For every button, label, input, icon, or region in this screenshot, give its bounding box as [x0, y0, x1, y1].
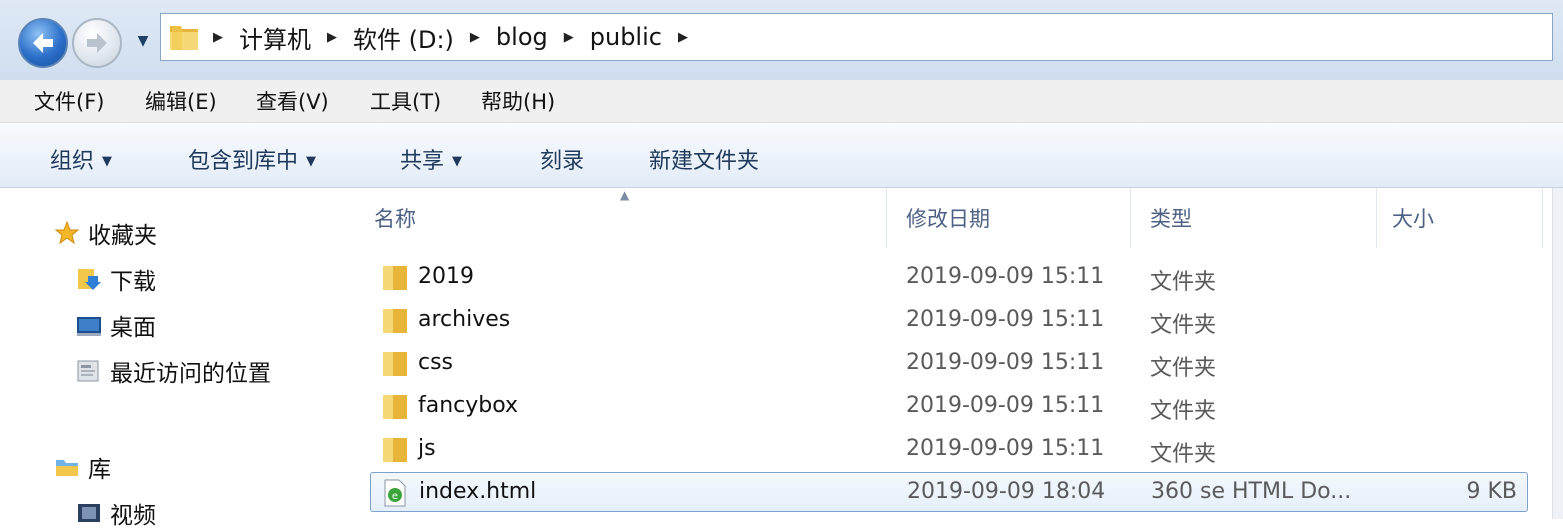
command-bar: 组织 ▼ 包含到库中 ▼ 共享 ▼ 刻录 新建文件夹 [0, 124, 1563, 188]
include-in-library-button[interactable]: 包含到库中 ▼ [188, 143, 316, 175]
file-name: archives [418, 307, 511, 332]
chevron-right-icon[interactable]: ▶ [678, 30, 688, 45]
file-date: 2019-09-09 15:11 [906, 350, 1105, 375]
column-divider[interactable] [886, 188, 887, 248]
share-label: 共享 [400, 149, 445, 174]
breadcrumb-computer[interactable]: 计算机 [239, 20, 311, 55]
chevron-right-icon[interactable]: ▶ [213, 30, 223, 45]
address-field[interactable]: ▶ 计算机 ▶ 软件 (D:) ▶ blog ▶ public ▶ [160, 13, 1553, 61]
back-button[interactable] [18, 18, 68, 68]
nav-desktop-label: 桌面 [110, 315, 156, 341]
organize-label: 组织 [50, 149, 95, 174]
burn-button[interactable]: 刻录 [540, 143, 584, 175]
file-type: 文件夹 [1150, 356, 1217, 381]
nav-desktop[interactable]: 桌面 [76, 308, 156, 342]
nav-favorites[interactable]: 收藏夹 [54, 216, 157, 250]
file-row[interactable]: archives 2019-09-09 15:11 文件夹 [370, 301, 1528, 341]
file-date: 2019-09-09 18:04 [907, 479, 1106, 504]
column-header-date-modified[interactable]: 修改日期 [906, 203, 990, 233]
nav-recent-label: 最近访问的位置 [110, 361, 271, 387]
navigation-pane: 收藏夹 下载 桌面 最近访问的位置 库 视频 [0, 188, 352, 529]
star-icon [54, 220, 80, 245]
folder-icon [383, 309, 407, 333]
chevron-down-icon: ▼ [452, 154, 463, 169]
column-divider[interactable] [1376, 188, 1377, 248]
breadcrumb: ▶ 计算机 ▶ 软件 (D:) ▶ blog ▶ public ▶ [213, 14, 704, 60]
sort-ascending-icon: ▲ [620, 188, 630, 202]
forward-button[interactable] [72, 18, 122, 68]
file-date: 2019-09-09 15:11 [906, 307, 1105, 332]
menu-tools[interactable]: 工具(T) [370, 86, 441, 116]
recent-places-icon [77, 360, 99, 382]
share-button[interactable]: 共享 ▼ [400, 143, 462, 175]
nav-libraries-label: 库 [88, 457, 111, 483]
file-row[interactable]: fancybox 2019-09-09 15:11 文件夹 [370, 387, 1528, 427]
chevron-down-icon: ▼ [306, 154, 317, 169]
folder-icon [383, 352, 407, 376]
address-toolbar: ▼ ▶ 计算机 ▶ 软件 (D:) ▶ blog ▶ public ▶ [0, 0, 1563, 80]
file-row[interactable]: css 2019-09-09 15:11 文件夹 [370, 344, 1528, 384]
file-date: 2019-09-09 15:11 [906, 436, 1105, 461]
file-type: 360 se HTML Do... [1151, 479, 1352, 504]
vertical-scrollbar[interactable] [1552, 188, 1563, 519]
file-date: 2019-09-09 15:11 [906, 393, 1105, 418]
menu-view[interactable]: 查看(V) [256, 86, 329, 116]
folder-icon [383, 438, 407, 462]
file-type: 文件夹 [1150, 270, 1217, 295]
file-type: 文件夹 [1150, 399, 1217, 424]
file-date: 2019-09-09 15:11 [906, 264, 1105, 289]
file-list: ▲ 名称 修改日期 类型 大小 2019 2019-09-09 15:11 文件… [352, 188, 1563, 519]
column-divider[interactable] [1542, 188, 1543, 248]
file-name: 2019 [418, 264, 474, 289]
svg-text:e: e [392, 491, 398, 502]
chevron-right-icon[interactable]: ▶ [327, 30, 337, 45]
nav-downloads-label: 下载 [110, 269, 156, 295]
column-divider[interactable] [1130, 188, 1131, 248]
chevron-right-icon[interactable]: ▶ [470, 30, 480, 45]
column-header-name[interactable]: 名称 [374, 203, 416, 233]
chevron-down-icon: ▼ [102, 154, 113, 169]
menu-bar: 文件(F) 编辑(E) 查看(V) 工具(T) 帮助(H) [0, 80, 1563, 123]
file-row[interactable]: js 2019-09-09 15:11 文件夹 [370, 430, 1528, 470]
chevron-right-icon[interactable]: ▶ [564, 30, 574, 45]
nav-favorites-label: 收藏夹 [88, 223, 157, 249]
file-type: 文件夹 [1150, 313, 1217, 338]
column-header-size[interactable]: 大小 [1392, 203, 1434, 233]
html-file-icon: e [384, 479, 406, 507]
menu-edit[interactable]: 编辑(E) [145, 86, 217, 116]
folder-icon [170, 26, 198, 50]
file-name: fancybox [418, 393, 519, 418]
library-icon [56, 460, 78, 476]
file-name: css [418, 350, 454, 375]
nav-libraries[interactable]: 库 [54, 450, 111, 484]
arrow-right-icon [87, 33, 107, 53]
file-row[interactable]: 2019 2019-09-09 15:11 文件夹 [370, 258, 1528, 298]
menu-file[interactable]: 文件(F) [34, 86, 104, 116]
breadcrumb-drive-d[interactable]: 软件 (D:) [353, 20, 454, 55]
new-folder-button[interactable]: 新建文件夹 [649, 143, 759, 175]
organize-button[interactable]: 组织 ▼ [50, 143, 112, 175]
menu-help[interactable]: 帮助(H) [481, 86, 555, 116]
nav-videos[interactable]: 视频 [76, 496, 156, 530]
folder-icon [383, 266, 407, 290]
nav-recent-places[interactable]: 最近访问的位置 [76, 354, 271, 388]
file-type: 文件夹 [1150, 442, 1217, 467]
folder-icon [383, 395, 407, 419]
desktop-icon [77, 317, 101, 336]
arrow-left-icon [33, 33, 53, 53]
breadcrumb-public[interactable]: public [590, 23, 662, 51]
file-name: js [418, 436, 436, 461]
file-name: index.html [419, 479, 537, 504]
nav-downloads[interactable]: 下载 [76, 262, 156, 296]
column-header-type[interactable]: 类型 [1150, 203, 1192, 233]
file-row-selected[interactable]: e index.html 2019-09-09 18:04 360 se HTM… [370, 472, 1528, 512]
breadcrumb-blog[interactable]: blog [496, 23, 548, 51]
recent-pages-button[interactable]: ▼ [134, 32, 152, 50]
include-in-library-label: 包含到库中 [188, 149, 299, 174]
video-icon [78, 504, 100, 522]
nav-videos-label: 视频 [110, 503, 156, 529]
downloads-folder-icon [78, 269, 101, 290]
file-size: 9 KB [1466, 479, 1517, 504]
